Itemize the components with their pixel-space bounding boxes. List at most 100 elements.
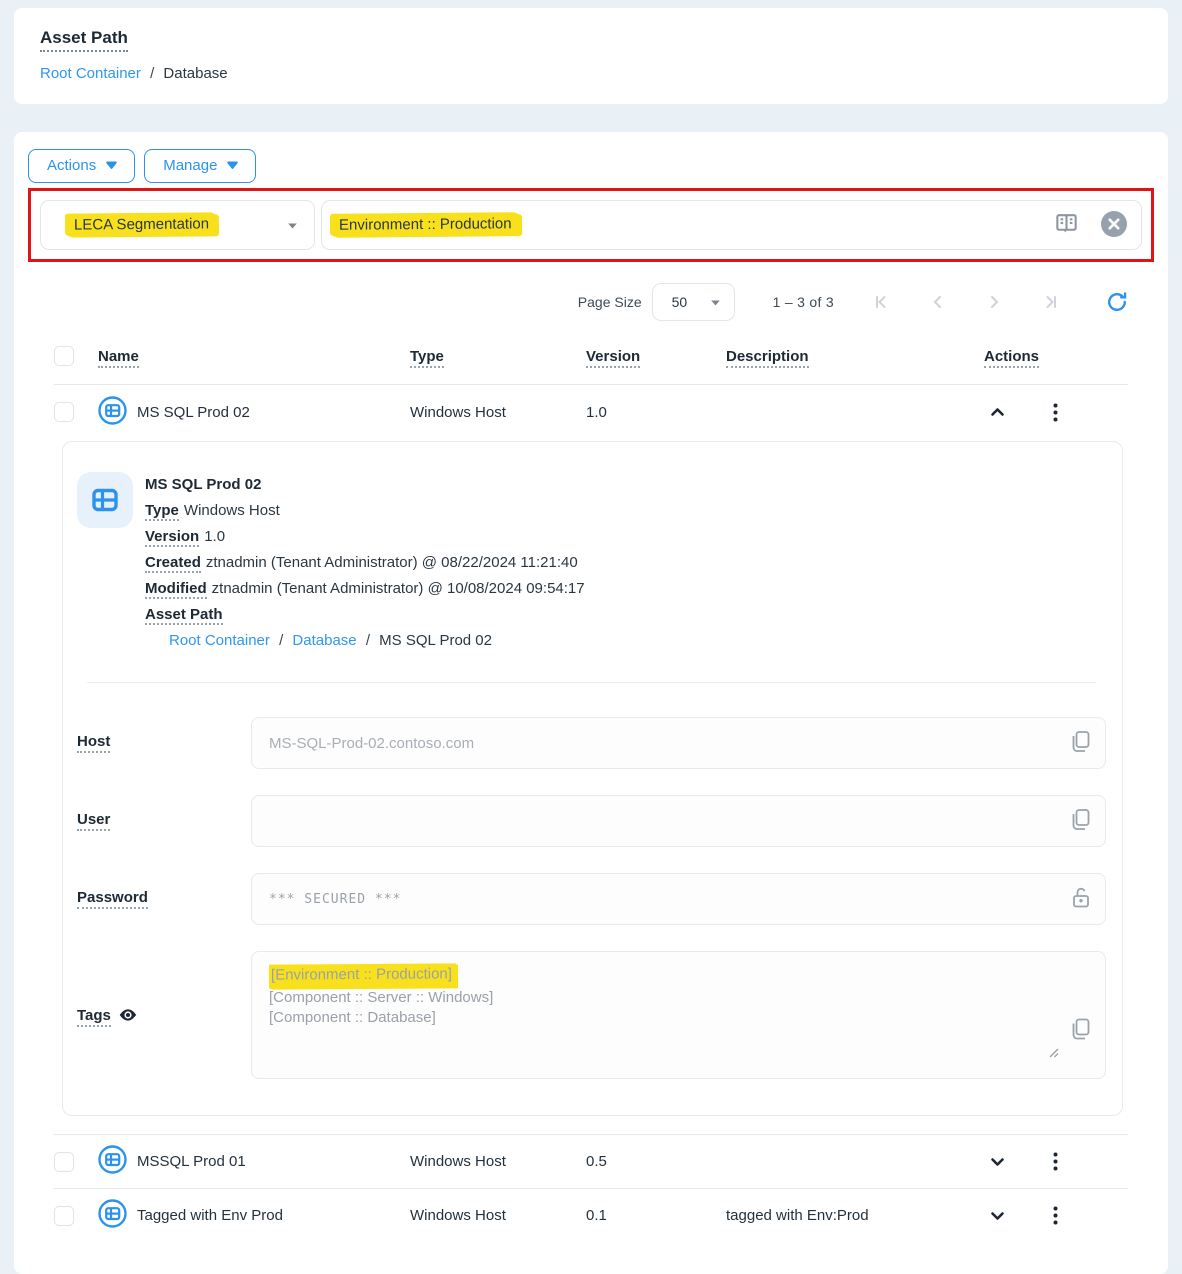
select-all-checkbox[interactable] (54, 346, 74, 366)
asset-table: Name Type Version Description Actions MS… (54, 330, 1128, 1258)
host-input-box (251, 717, 1106, 769)
host-field-row: Host (77, 717, 1106, 769)
breadcrumb-root-container-link[interactable]: Root Container (40, 65, 141, 82)
spacer (54, 1242, 1128, 1258)
detail-type-line: Type Windows Host (145, 498, 585, 524)
asset-name[interactable]: MS SQL Prod 02 (137, 404, 250, 421)
next-page-button[interactable] (986, 294, 1002, 310)
modified-value: ztnadmin (Tenant Administrator) @ 10/08/… (212, 580, 585, 597)
windows-host-icon (98, 1145, 127, 1178)
manage-dropdown-button[interactable]: Manage (144, 149, 256, 183)
row-menu-button[interactable] (1049, 1148, 1062, 1175)
detail-title: MS SQL Prod 02 (145, 472, 585, 498)
host-input[interactable] (269, 735, 1053, 752)
tag-query-value: Environment :: Production (332, 213, 519, 237)
expand-row-button[interactable] (986, 1153, 1009, 1171)
tags-label: Tags (77, 1007, 251, 1027)
detail-version-line: Version1.0 (145, 524, 585, 550)
password-label: Password (77, 889, 251, 909)
actions-dropdown-button[interactable]: Actions (28, 149, 135, 183)
page-size-select[interactable]: 50 (652, 283, 735, 321)
tag-line: [Component :: Server :: Windows] (269, 988, 1053, 1009)
x-circle-icon (1101, 211, 1127, 240)
row-checkbox[interactable] (54, 402, 74, 422)
filter-row-annotation-box: LECA Segmentation Environment :: Product… (28, 188, 1154, 262)
row-actions-cell (984, 399, 1128, 426)
password-secured-value: *** SECURED *** (269, 892, 401, 907)
tag-dictionary-button[interactable] (1054, 211, 1079, 239)
row-menu-button[interactable] (1049, 399, 1062, 426)
row-actions-cell (984, 1148, 1128, 1175)
unlock-password-button[interactable] (1072, 887, 1090, 912)
copy-host-button[interactable] (1070, 731, 1090, 756)
asset-path-root-link[interactable]: Root Container (169, 632, 270, 649)
page-title: Asset Path (40, 28, 128, 52)
copy-user-button[interactable] (1070, 809, 1090, 834)
asset-list-card: Actions Manage LECA Segmentation Environ… (14, 132, 1168, 1274)
tag-line: [Environment :: Production] (269, 964, 1053, 988)
tags-textarea[interactable]: [Environment :: Production] [Component :… (251, 951, 1106, 1079)
asset-name[interactable]: Tagged with Env Prod (137, 1207, 283, 1224)
column-header-name: Name (98, 348, 410, 365)
type-value: Windows Host (184, 502, 280, 519)
refresh-button[interactable] (1106, 291, 1128, 313)
eye-icon[interactable] (119, 1008, 137, 1026)
unlock-icon (1072, 887, 1090, 912)
row-checkbox[interactable] (54, 1206, 74, 1226)
table-row: MSSQL Prod 01 Windows Host 0.5 (54, 1134, 1128, 1188)
row-checkbox[interactable] (54, 1152, 74, 1172)
password-input-box: *** SECURED *** (251, 873, 1106, 925)
segmentation-select[interactable]: LECA Segmentation (40, 200, 315, 250)
asset-detail-panel: MS SQL Prod 02 Type Windows Host Version1… (62, 441, 1123, 1116)
host-label: Host (77, 733, 251, 753)
expand-row-button[interactable] (986, 1207, 1009, 1225)
windows-host-icon (98, 1199, 127, 1232)
clear-filter-button[interactable] (1101, 211, 1127, 240)
first-page-button[interactable] (874, 294, 890, 310)
page-size-label: Page Size (578, 294, 642, 310)
detail-modified-line: Modifiedztnadmin (Tenant Administrator) … (145, 576, 585, 602)
windows-host-icon (77, 472, 133, 528)
asset-name[interactable]: MSSQL Prod 01 (137, 1153, 246, 1170)
user-input[interactable] (269, 813, 1053, 830)
last-page-button[interactable] (1042, 294, 1058, 310)
textarea-resize-handle[interactable] (1048, 1044, 1059, 1065)
breadcrumb-separator: / (366, 632, 370, 649)
tags-field-row: Tags [Environment :: Production] [Compon… (77, 951, 1106, 1079)
table-row: MS SQL Prod 02 Windows Host 1.0 (54, 385, 1128, 439)
asset-version: 0.5 (586, 1153, 726, 1170)
column-header-type: Type (410, 348, 586, 365)
type-label: Type (145, 502, 179, 521)
column-header-description: Description (726, 348, 984, 365)
tag-query-input[interactable]: Environment :: Production (321, 200, 1142, 250)
breadcrumb-separator: / (150, 65, 154, 82)
collapse-row-button[interactable] (986, 403, 1009, 421)
asset-version: 1.0 (586, 404, 726, 421)
asset-type: Windows Host (410, 404, 586, 421)
column-header-version: Version (586, 348, 726, 365)
asset-path-database-link[interactable]: Database (292, 632, 356, 649)
previous-page-button[interactable] (930, 294, 946, 310)
table-header-row: Name Type Version Description Actions (54, 330, 1128, 385)
row-menu-button[interactable] (1049, 1202, 1062, 1229)
asset-path-label: Asset Path (145, 606, 223, 625)
breadcrumb: Root Container / Database (40, 65, 1142, 82)
asset-description: tagged with Env:Prod (726, 1207, 984, 1224)
asset-name-cell: MSSQL Prod 01 (98, 1145, 410, 1178)
pagination-bar: Page Size 50 1 – 3 of 3 (54, 282, 1128, 322)
copy-tags-button[interactable] (1070, 1018, 1090, 1043)
created-label: Created (145, 554, 201, 573)
user-field-row: User (77, 795, 1106, 847)
detail-asset-path-label-line: Asset Path (145, 602, 585, 628)
detail-header: MS SQL Prod 02 Type Windows Host Version1… (77, 472, 1106, 654)
asset-path-card: Asset Path Root Container / Database (14, 8, 1168, 104)
breadcrumb-current: Database (163, 65, 227, 82)
asset-name-cell: Tagged with Env Prod (98, 1199, 410, 1232)
created-value: ztnadmin (Tenant Administrator) @ 08/22/… (206, 554, 578, 571)
tag-line: [Component :: Database] (269, 1008, 1053, 1029)
user-label: User (77, 811, 251, 831)
chevron-down-icon (105, 157, 118, 174)
book-icon (1054, 211, 1079, 239)
copy-icon (1070, 731, 1090, 756)
toolbar: Actions Manage (28, 149, 1154, 183)
